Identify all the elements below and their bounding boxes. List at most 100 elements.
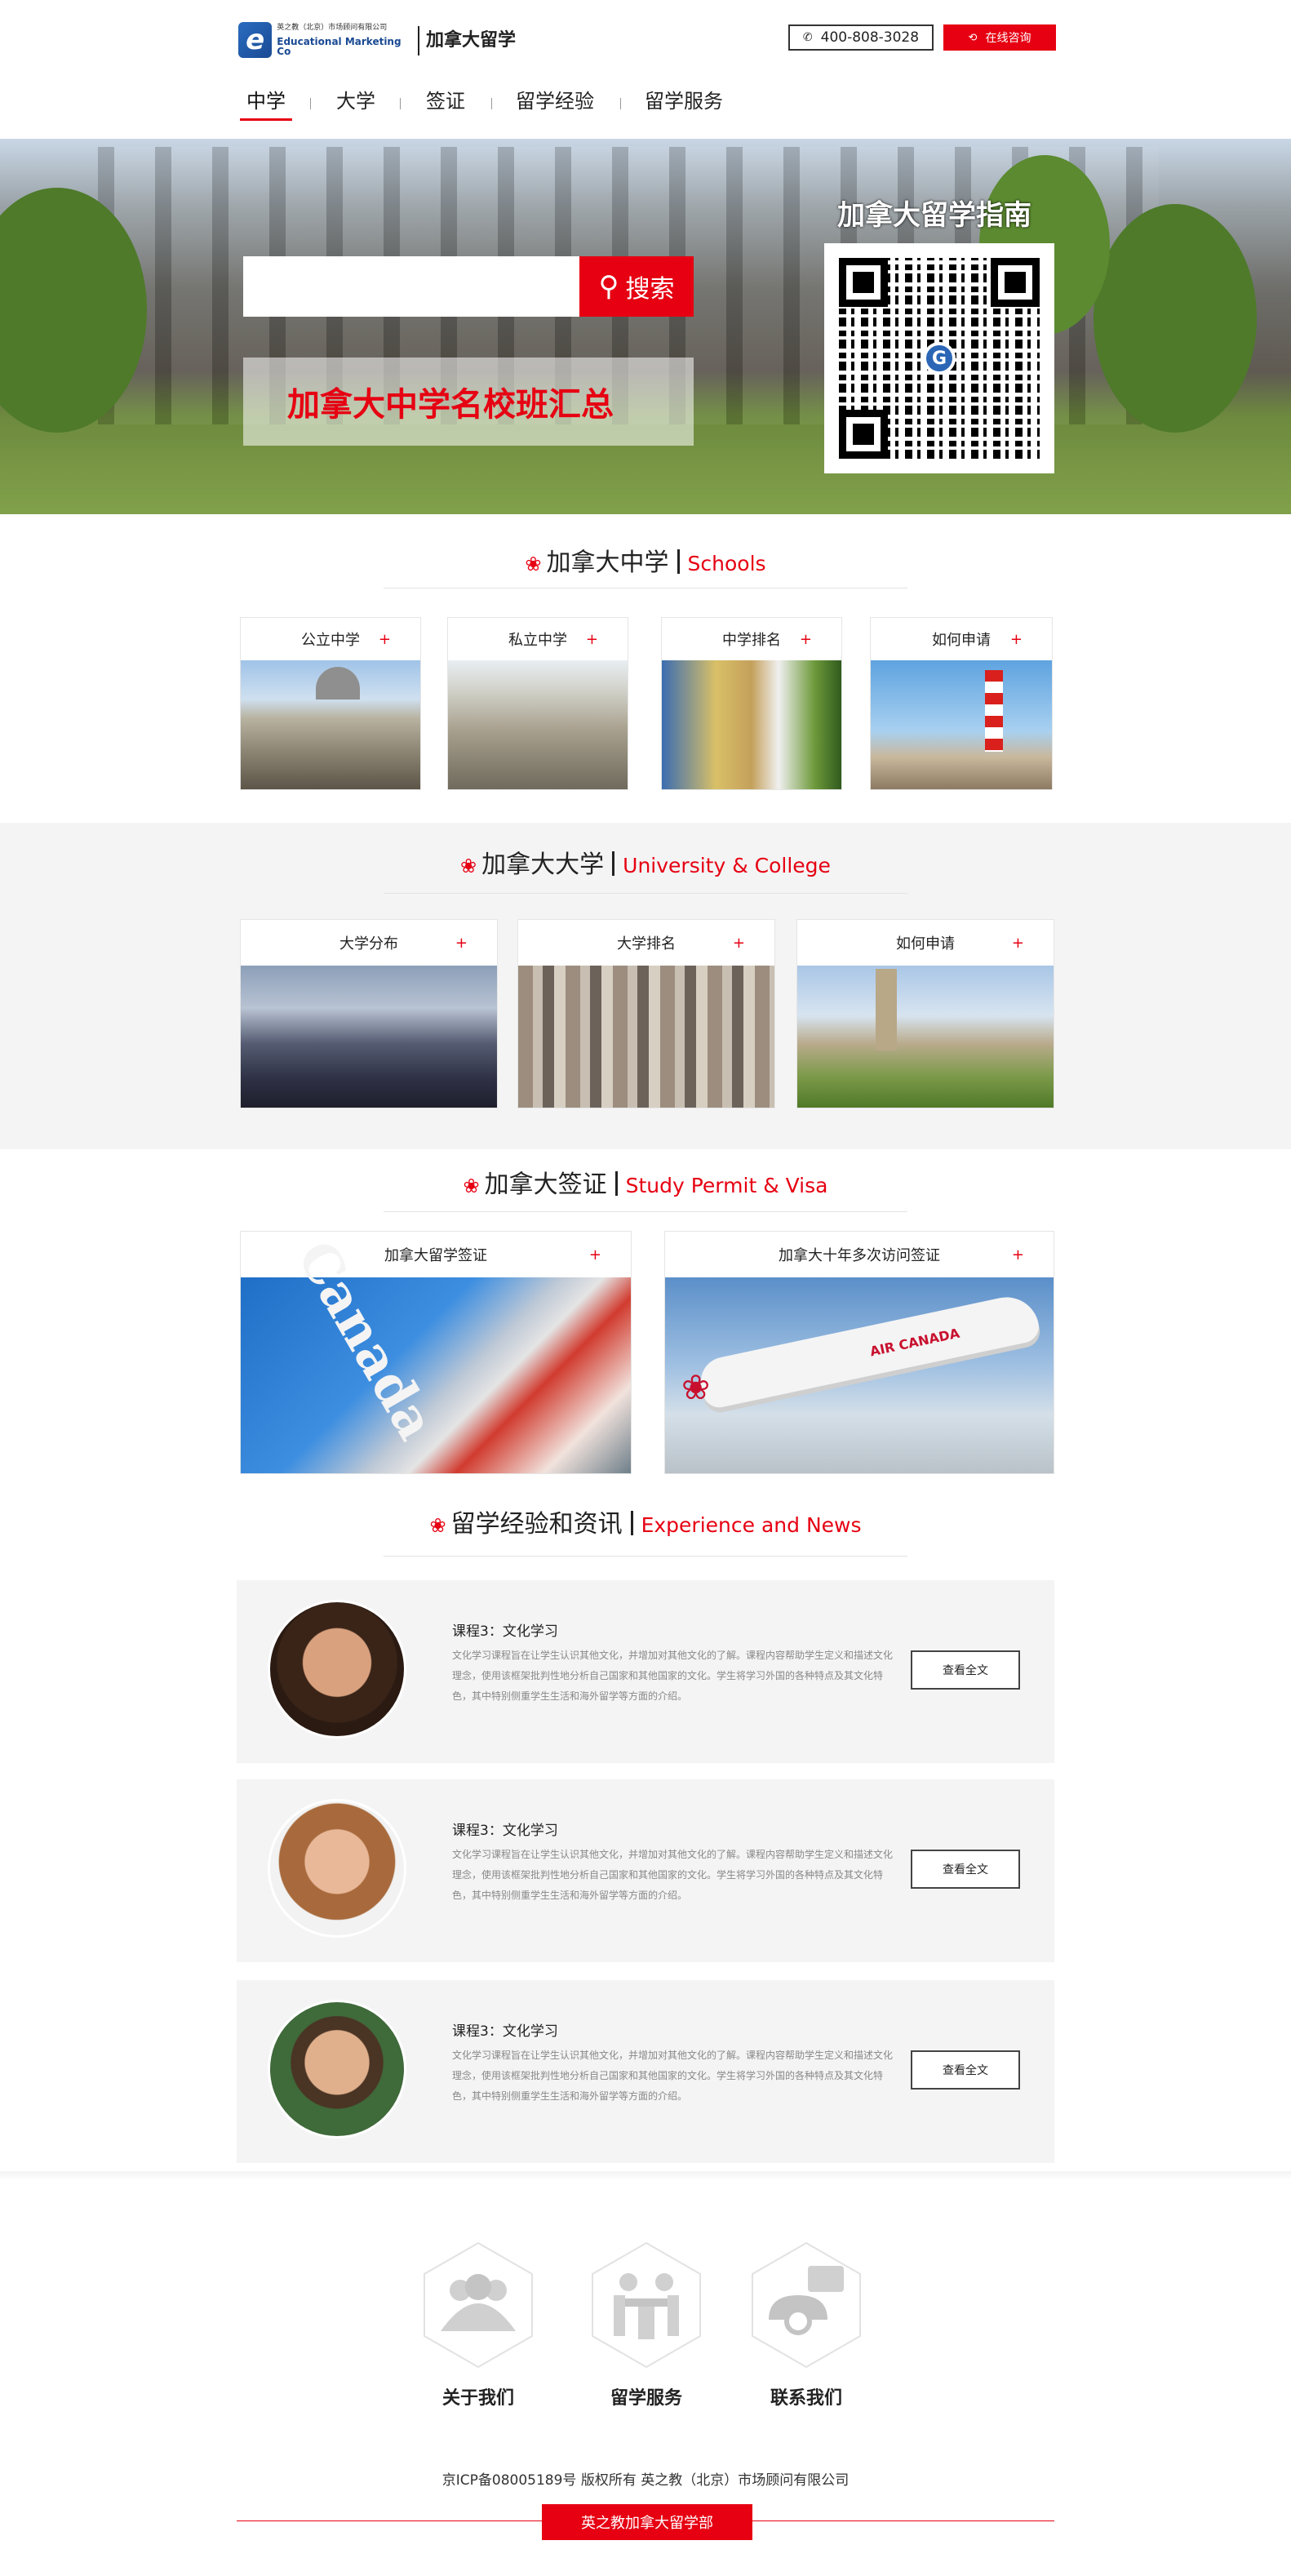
news-summary: 文化学习课程旨在让学生认识其他文化，并增加对其他文化的了解。课程内容帮助学生定义… <box>452 2050 894 2102</box>
nav-item-services[interactable]: 留学服务 <box>638 85 730 121</box>
maple-leaf-icon: ❀ <box>463 1175 480 1197</box>
news-summary: 文化学习课程旨在让学生认识其他文化，并增加对其他文化的了解。课程内容帮助学生定义… <box>452 1650 894 1702</box>
qr-logo-icon: G <box>923 342 956 375</box>
plus-icon: + <box>1011 934 1024 952</box>
plus-icon: + <box>455 934 468 952</box>
main-nav: 中学 大学 签证 留学经验 留学服务 <box>240 85 767 124</box>
news-item: 课程3：文化学习 文化学习课程旨在让学生认识其他文化，并增加对其他文化的了解。课… <box>237 1980 1054 2163</box>
school-card-private[interactable]: 私立中学 + <box>447 617 628 790</box>
phone-icon: ✆ <box>802 31 813 44</box>
maple-leaf-icon: ❀ <box>429 1514 446 1537</box>
section-shadow <box>0 2171 1291 2181</box>
read-more-button[interactable]: 查看全文 <box>911 1850 1020 1889</box>
nav-item-visa[interactable]: 签证 <box>419 85 472 121</box>
section-title-university: ❀ 加拿大大学 University & College <box>0 844 1291 880</box>
city-skyline-photo <box>241 966 497 1108</box>
air-canada-plane-photo: AIR CANADA ❀ <box>665 1277 1054 1473</box>
plus-icon: + <box>732 934 745 952</box>
campus-photo <box>797 966 1054 1108</box>
section-title-schools: ❀ 加拿大中学 Schools <box>0 542 1291 578</box>
visa-card-study-permit[interactable]: 加拿大留学签证 + Canada <box>240 1231 632 1474</box>
footer-department-tag: 英之教加拿大留学部 <box>542 2504 752 2540</box>
card-label: 大学分布 <box>339 935 398 953</box>
news-item: 课程3：文化学习 文化学习课程旨在让学生认识其他文化，并增加对其他文化的了解。课… <box>237 1580 1054 1763</box>
maple-leaf-icon: ❀ <box>460 855 477 877</box>
school-ranking-photo <box>662 660 841 789</box>
school-card-apply[interactable]: 如何申请 + <box>870 617 1053 790</box>
news-title[interactable]: 课程3：文化学习 <box>452 2019 558 2040</box>
guide-title: 加拿大留学指南 <box>837 199 1031 232</box>
section-title-visa: ❀ 加拿大签证 Study Permit & Visa <box>0 1164 1291 1200</box>
read-more-button[interactable]: 查看全文 <box>911 2050 1020 2090</box>
about-us-label[interactable]: 关于我们 <box>413 2383 543 2409</box>
search-input[interactable] <box>243 256 579 317</box>
chat-icon: ⟲ <box>968 31 978 44</box>
search-button-label: 搜索 <box>625 275 675 304</box>
about-us-link[interactable] <box>421 2241 535 2369</box>
online-consult-button[interactable]: ⟲ 在线咨询 <box>943 24 1056 51</box>
nav-item-experience[interactable]: 留学经验 <box>509 85 601 121</box>
section-title-text: 加拿大中学 <box>546 549 669 577</box>
plus-icon: + <box>1011 1246 1024 1264</box>
university-card-distribution[interactable]: 大学分布 + <box>240 919 498 1108</box>
nav-item-university[interactable]: 大学 <box>330 85 382 121</box>
company-logo[interactable]: e 英之教（北京）市场顾问有限公司 Educational Marketing … <box>238 21 410 59</box>
news-summary: 文化学习课程旨在让学生认识其他文化，并增加对其他文化的了解。课程内容帮助学生定义… <box>452 1849 894 1901</box>
city-aerial-photo <box>518 966 774 1108</box>
plus-icon: + <box>799 630 812 648</box>
plane-tail-maple-icon: ❀ <box>681 1367 711 1407</box>
read-more-button[interactable]: 查看全文 <box>911 1650 1020 1690</box>
private-school-photo <box>448 660 628 789</box>
avatar <box>268 1600 406 1739</box>
hero-banner: ⚲ 搜索 加拿大中学名校班汇总 加拿大留学指南 G <box>0 139 1291 514</box>
nav-divider <box>400 98 401 109</box>
logo-divider <box>418 26 419 56</box>
contact-label[interactable]: 联系我们 <box>741 2383 872 2409</box>
nav-divider <box>310 98 311 109</box>
card-label: 大学排名 <box>617 935 676 953</box>
avatar <box>268 2000 406 2139</box>
card-label: 如何申请 <box>932 632 991 649</box>
telephone-icon <box>752 2241 861 2369</box>
card-label: 加拿大留学签证 <box>384 1247 487 1264</box>
lighthouse-photo <box>871 660 1052 789</box>
section-title-text: 留学经验和资讯 <box>450 1510 623 1539</box>
card-label: 私立中学 <box>508 632 567 649</box>
news-title[interactable]: 课程3：文化学习 <box>452 1819 558 1839</box>
nav-item-middle-school[interactable]: 中学 <box>240 85 292 121</box>
university-card-ranking[interactable]: 大学排名 + <box>517 919 775 1108</box>
section-title-news: ❀ 留学经验和资讯 Experience and News <box>0 1503 1291 1539</box>
qr-code: G <box>824 243 1054 473</box>
contact-link[interactable] <box>749 2241 863 2369</box>
visa-card-visitor[interactable]: 加拿大十年多次访问签证 + AIR CANADA ❀ <box>664 1231 1054 1474</box>
university-card-apply[interactable]: 如何申请 + <box>796 919 1054 1108</box>
card-label: 如何申请 <box>896 935 955 953</box>
search-button[interactable]: ⚲ 搜索 <box>579 256 694 317</box>
school-card-ranking[interactable]: 中学排名 + <box>661 617 842 790</box>
phone-number: 400-808-3028 <box>820 29 920 46</box>
banner-promo-link[interactable]: 加拿大中学名校班汇总 <box>243 358 694 446</box>
logo-company-en: Educational Marketing Co <box>277 35 401 57</box>
nav-divider <box>620 98 621 109</box>
canada-sign-photo: Canada <box>241 1231 631 1473</box>
online-consult-label: 在线咨询 <box>985 32 1031 45</box>
school-card-public[interactable]: 公立中学 + <box>240 617 421 790</box>
plus-icon: + <box>585 630 598 648</box>
plus-icon: + <box>1009 630 1023 648</box>
section-title-en: Experience and News <box>641 1513 862 1537</box>
phone-number-box[interactable]: ✆ 400-808-3028 <box>788 24 934 51</box>
qr-code-pattern: G <box>839 258 1040 459</box>
nav-divider <box>491 98 492 109</box>
icp-copyright: 京ICP备08005189号 版权所有 英之教（北京）市场顾问有限公司 <box>441 2472 850 2489</box>
services-link[interactable] <box>589 2241 703 2369</box>
logo-e-icon: e <box>238 22 273 58</box>
services-label[interactable]: 留学服务 <box>581 2383 712 2409</box>
public-school-photo <box>241 660 420 789</box>
news-title[interactable]: 课程3：文化学习 <box>452 1619 558 1640</box>
section-title-en: University & College <box>623 854 831 877</box>
plus-icon: + <box>378 630 391 648</box>
brand-title: 加拿大留学 <box>426 30 517 51</box>
section-title-text: 加拿大签证 <box>484 1170 607 1199</box>
section-divider <box>384 1211 907 1212</box>
card-label: 中学排名 <box>722 632 781 649</box>
